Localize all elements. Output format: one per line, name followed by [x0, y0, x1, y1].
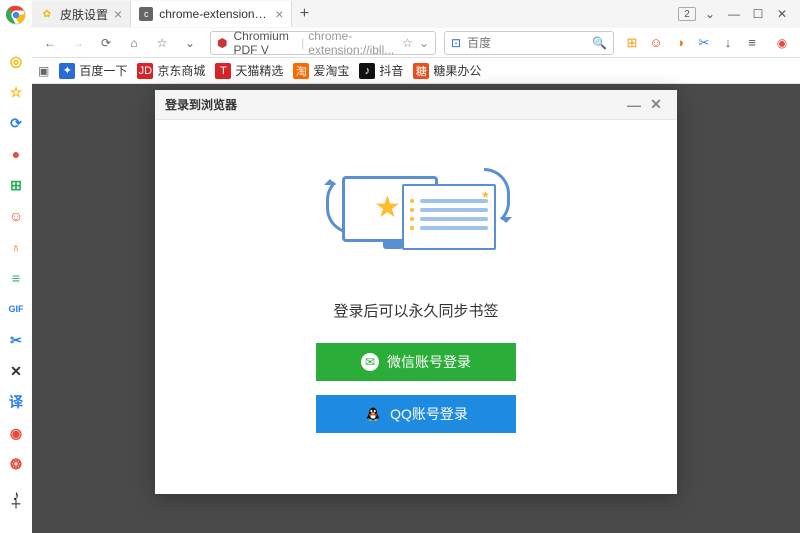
bookmark-item[interactable]: ✦百度一下 [59, 62, 127, 79]
sidebar-ext-icon[interactable]: ◉ [5, 422, 27, 444]
separator-icon: | [301, 36, 304, 50]
dialog-body: ★ ★ 登录后可以永久同步书签 ✉ 微信账号登录 QQ账号登录 [155, 120, 677, 447]
tab-label: 皮肤设置 [60, 6, 108, 23]
qq-icon [364, 405, 382, 423]
tab-close-icon[interactable]: × [114, 6, 122, 22]
toolbar-ext-icon[interactable]: ⊞ [622, 33, 642, 53]
avatar-icon[interactable]: ◉ [770, 31, 794, 55]
dialog-close-button[interactable]: ✕ [645, 96, 667, 113]
minimize-button[interactable]: — [724, 4, 744, 24]
sidebar-ext-icon[interactable]: GIF [5, 298, 27, 320]
tab-label: chrome-extension://ibllepbpa [159, 7, 269, 21]
maximize-button[interactable]: ☐ [748, 4, 768, 24]
toolbar-ext-icon[interactable]: ↓ [718, 33, 738, 53]
home-button[interactable]: ⌂ [122, 31, 146, 55]
wechat-login-button[interactable]: ✉ 微信账号登录 [316, 343, 516, 381]
toolbar-ext-icon[interactable]: ≡ [742, 33, 762, 53]
bookmark-item[interactable]: 淘爱淘宝 [293, 62, 349, 79]
sidebar-ext-icon[interactable]: ● [5, 143, 27, 165]
reload-button[interactable]: ⟳ [94, 31, 118, 55]
address-bar[interactable]: ⬢ Chromium PDF V | chrome-extension://ib… [210, 31, 436, 55]
browser-logo-icon [5, 4, 27, 26]
address-dropdown-icon[interactable]: ⌄ [419, 36, 429, 50]
login-dialog: 登录到浏览器 — ✕ ★ ★ 登录后可以永久同步书签 ✉ 微信账号登录 [155, 90, 677, 494]
sidebar-ext-icon[interactable]: ✕ [5, 360, 27, 382]
dialog-message: 登录后可以永久同步书签 [333, 300, 498, 321]
bookmarks-folder-icon[interactable]: ▣ [38, 64, 49, 78]
bookmark-label: 糖果办公 [433, 62, 481, 79]
bookmark-item[interactable]: T天猫精选 [215, 62, 283, 79]
sidebar-ext-icon[interactable]: ☆ [5, 81, 27, 103]
tab-extension[interactable]: c chrome-extension://ibllepbpa × [131, 1, 292, 27]
bookmark-icon: JD [137, 63, 153, 79]
search-bar[interactable]: ⊡ 🔍 [444, 31, 614, 55]
bookmark-label: 抖音 [379, 62, 403, 79]
dropdown-icon[interactable]: ⌄ [700, 4, 720, 24]
sidebar-ext-icon[interactable]: ≡ [5, 267, 27, 289]
dialog-minimize-button[interactable]: — [623, 97, 645, 113]
sidebar-ext-icon[interactable]: ⊞ [5, 174, 27, 196]
sidebar-ext-icon[interactable]: ☺ [5, 205, 27, 227]
bookmark-label: 百度一下 [79, 62, 127, 79]
dialog-title: 登录到浏览器 [165, 96, 237, 113]
bookmark-icon: ✦ [59, 63, 75, 79]
bookmark-label: 爱淘宝 [313, 62, 349, 79]
new-tab-button[interactable]: + [292, 5, 316, 23]
bookmark-icon: 糖 [413, 63, 429, 79]
sidebar-ext-icon[interactable]: ⟳ [5, 112, 27, 134]
address-text: Chromium PDF V | chrome-extension://ibll… [233, 29, 396, 57]
sync-illustration: ★ ★ [326, 150, 506, 270]
back-button[interactable]: ← [38, 31, 62, 55]
tab-skin-settings[interactable]: ✿ 皮肤设置 × [32, 1, 131, 27]
sidebar-ext-icon[interactable]: 译 [5, 391, 27, 413]
sidebar-ext-icon[interactable]: ◎ [5, 50, 27, 72]
bookmark-icon: 淘 [293, 63, 309, 79]
dialog-titlebar: 登录到浏览器 — ✕ [155, 90, 677, 120]
bookmark-star-icon[interactable]: ☆ [402, 36, 413, 50]
tab-close-icon[interactable]: × [275, 6, 283, 22]
address-url: chrome-extension://ibll... [308, 29, 396, 57]
sidebar-ext-icon[interactable]: ❂ [5, 453, 27, 475]
tab-favicon-icon: ✿ [40, 7, 54, 21]
bookmark-item[interactable]: JD京东商城 [137, 62, 205, 79]
bookmark-label: 天猫精选 [235, 62, 283, 79]
tabstrip: ✿ 皮肤设置 × c chrome-extension://ibllepbpa … [32, 0, 670, 28]
tabcount-badge[interactable]: 2 [678, 7, 696, 21]
tab-favicon-icon: c [139, 7, 153, 21]
qq-login-button[interactable]: QQ账号登录 [316, 395, 516, 433]
search-input[interactable] [467, 36, 586, 50]
pdf-icon: ⬢ [217, 36, 227, 50]
content-area: 登录到浏览器 — ✕ ★ ★ 登录后可以永久同步书签 ✉ 微信账号登录 [32, 84, 800, 533]
bookmark-item[interactable]: ♪抖音 [359, 62, 403, 79]
add-button[interactable]: + [5, 493, 27, 515]
toolbar-ext-icon[interactable]: ☺ [646, 33, 666, 53]
bookmark-item[interactable]: 糖糖果办公 [413, 62, 481, 79]
sidebar-ext-icon[interactable]: ♁ [5, 236, 27, 258]
forward-button[interactable]: → [66, 31, 90, 55]
wechat-button-label: 微信账号登录 [387, 352, 471, 372]
baidu-icon: ⊡ [451, 36, 461, 50]
qq-button-label: QQ账号登录 [390, 404, 468, 424]
history-dropdown-icon[interactable]: ⌄ [178, 31, 202, 55]
close-window-button[interactable]: ✕ [772, 4, 792, 24]
favorite-button[interactable]: ☆ [150, 31, 174, 55]
toolbar-ext-icon[interactable]: ✂ [694, 33, 714, 53]
toolbar-ext-icon[interactable]: ◑ [670, 33, 690, 53]
search-icon[interactable]: 🔍 [592, 36, 607, 50]
bookmarks-bar: ▣ ✦百度一下 JD京东商城 T天猫精选淘爱淘宝 ♪抖音糖糖果办公 [32, 58, 800, 84]
titlebar: ✿ 皮肤设置 × c chrome-extension://ibllepbpa … [0, 0, 800, 28]
right-extensions: ⊞☺◑✂↓≡ [618, 33, 766, 53]
bookmark-icon: ♪ [359, 63, 375, 79]
sidebar-ext-icon[interactable]: ✂ [5, 329, 27, 351]
window-controls: 2 ⌄ — ☐ ✕ [670, 4, 800, 24]
wechat-icon: ✉ [361, 353, 379, 371]
bookmark-label: 京东商城 [157, 62, 205, 79]
address-prefix: Chromium PDF V [233, 29, 297, 57]
toolbar: ← → ⟳ ⌂ ☆ ⌄ ⬢ Chromium PDF V | chrome-ex… [32, 28, 800, 58]
bookmark-icon: T [215, 63, 231, 79]
